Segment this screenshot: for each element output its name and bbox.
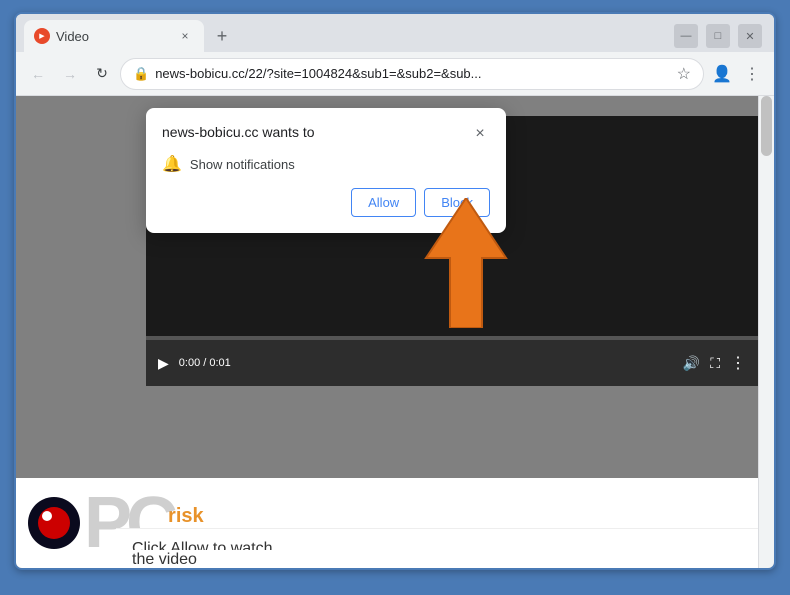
logo-dot (38, 507, 70, 539)
notification-popup: news-bobicu.cc wants to × 🔔 Show notific… (146, 108, 506, 233)
orange-arrow-indicator (406, 198, 526, 328)
popup-notification-row: 🔔 Show notifications (162, 154, 490, 174)
new-tab-button[interactable]: + (208, 22, 236, 50)
video-more-button[interactable]: ⋮ (730, 353, 746, 373)
scrollbar[interactable] (758, 96, 774, 568)
tab-title: Video (56, 29, 170, 44)
minimize-button[interactable]: — (674, 24, 698, 48)
video-controls-bar: ▶ 0:00 / 0:01 🔊 ⛶ ⋮ (146, 340, 758, 386)
tab-close-button[interactable]: × (176, 27, 194, 45)
window-controls: — □ ✕ (674, 24, 766, 48)
back-button[interactable]: ← (24, 60, 52, 88)
address-bar-icons: 👤 ⋮ (708, 60, 766, 88)
video-fullscreen-button[interactable]: ⛶ (710, 355, 720, 372)
menu-button[interactable]: ⋮ (738, 60, 766, 88)
video-play-button[interactable]: ▶ (158, 355, 169, 372)
tab-bar: Video × + — □ ✕ (16, 14, 774, 52)
the-video-text-row: the video (116, 550, 758, 568)
the-video-text: the video (132, 551, 197, 568)
watermark-bar: PC risk .com Click Allow to watch the vi… (16, 478, 758, 568)
bell-icon: 🔔 (162, 154, 182, 174)
popup-title: news-bobicu.cc wants to (162, 124, 315, 140)
bookmark-star-icon[interactable]: ☆ (677, 64, 691, 84)
url-bar[interactable]: 🔒 news-bobicu.cc/22/?site=1004824&sub1=&… (120, 58, 704, 90)
scrollbar-thumb[interactable] (761, 96, 772, 156)
webpage-content: ▶ 0:00 / 0:01 🔊 ⛶ ⋮ PC risk (16, 96, 774, 568)
forward-button[interactable]: → (56, 60, 84, 88)
notification-label: Show notifications (190, 157, 295, 172)
video-time: 0:00 / 0:01 (179, 357, 231, 369)
browser-window: Video × + — □ ✕ ← → ↻ 🔒 news-bobicu.cc/2… (14, 12, 776, 570)
profile-button[interactable]: 👤 (708, 60, 736, 88)
reload-button[interactable]: ↻ (88, 60, 116, 88)
tab-favicon (34, 28, 50, 44)
risk-text: risk (168, 505, 204, 528)
active-tab[interactable]: Video × (24, 20, 204, 52)
video-volume-button[interactable]: 🔊 (683, 355, 700, 372)
security-lock-icon: 🔒 (133, 66, 149, 82)
close-window-button[interactable]: ✕ (738, 24, 762, 48)
logo-circle (28, 497, 80, 549)
logo-dot-inner (42, 511, 52, 521)
popup-close-button[interactable]: × (470, 124, 490, 144)
address-bar: ← → ↻ 🔒 news-bobicu.cc/22/?site=1004824&… (16, 52, 774, 96)
popup-header: news-bobicu.cc wants to × (162, 124, 490, 144)
url-text: news-bobicu.cc/22/?site=1004824&sub1=&su… (155, 66, 670, 81)
maximize-button[interactable]: □ (706, 24, 730, 48)
